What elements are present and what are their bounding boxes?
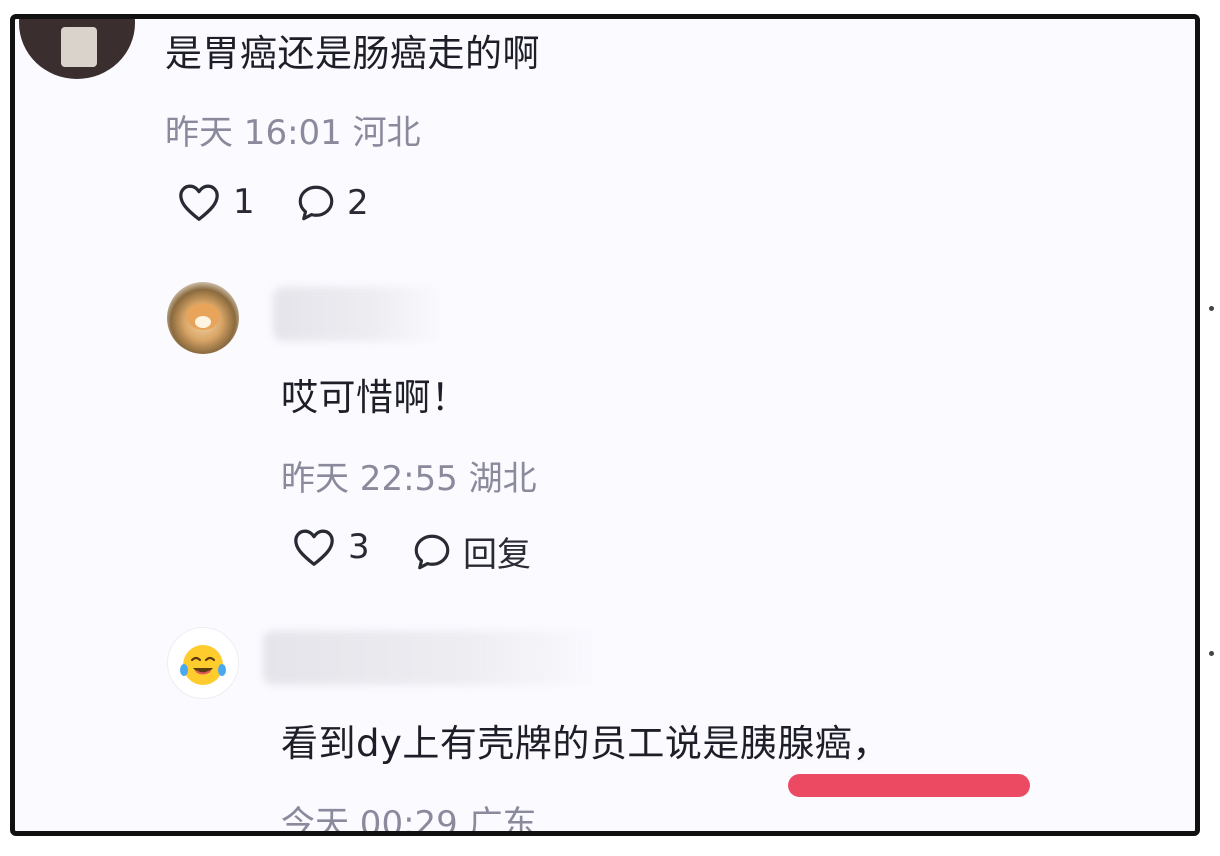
comment-meta: 今天 00:29 广东	[281, 796, 537, 836]
like-button[interactable]: 1	[177, 182, 255, 222]
avatar[interactable]	[167, 627, 239, 699]
comment-text: 哎可惜啊！	[281, 376, 469, 419]
reply-label: 回复	[463, 535, 531, 575]
heart-outline-icon	[294, 529, 334, 566]
comment-meta: 昨天 22:55 湖北	[281, 451, 537, 500]
speech-bubble-icon	[414, 534, 450, 569]
like-count: 1	[233, 182, 255, 222]
like-button[interactable]: 3	[292, 527, 370, 567]
avatar[interactable]	[19, 19, 135, 79]
edge-dot	[1209, 306, 1214, 311]
comment-location: 广东	[468, 804, 537, 836]
like-count: 3	[348, 527, 370, 567]
highlight-underline-mark	[788, 774, 1030, 797]
blurred-username	[263, 631, 603, 685]
avatar-shirt	[61, 27, 97, 67]
reply-button[interactable]: 2	[295, 182, 369, 224]
speech-bubble-icon	[298, 185, 334, 221]
comment-location: 河北	[352, 113, 421, 153]
comment-text: 看到dy上有壳牌的员工说是胰腺癌，	[281, 722, 890, 765]
blurred-username	[273, 287, 443, 341]
reply-count: 2	[347, 183, 369, 223]
comment-time: 昨天 22:55	[281, 459, 458, 499]
edge-dot	[1209, 651, 1214, 656]
comment-thread-panel: 是胃癌还是肠癌走的啊 昨天 16:01 河北 1 2 哎可惜啊！ 昨天 22:5…	[10, 14, 1200, 836]
comment-time: 昨天 16:01	[165, 113, 342, 153]
comment-location: 湖北	[468, 459, 537, 499]
comment-time: 今天 00:29	[281, 804, 458, 836]
heart-outline-icon	[179, 184, 219, 221]
avatar[interactable]	[167, 282, 239, 354]
reply-button[interactable]: 回复	[411, 527, 531, 576]
avatar-fox-muzzle	[195, 316, 211, 328]
laughing-crying-emoji-icon	[180, 645, 226, 685]
comment-meta: 昨天 16:01 河北	[165, 105, 421, 154]
comment-text: 是胃癌还是肠癌走的啊	[165, 32, 540, 75]
